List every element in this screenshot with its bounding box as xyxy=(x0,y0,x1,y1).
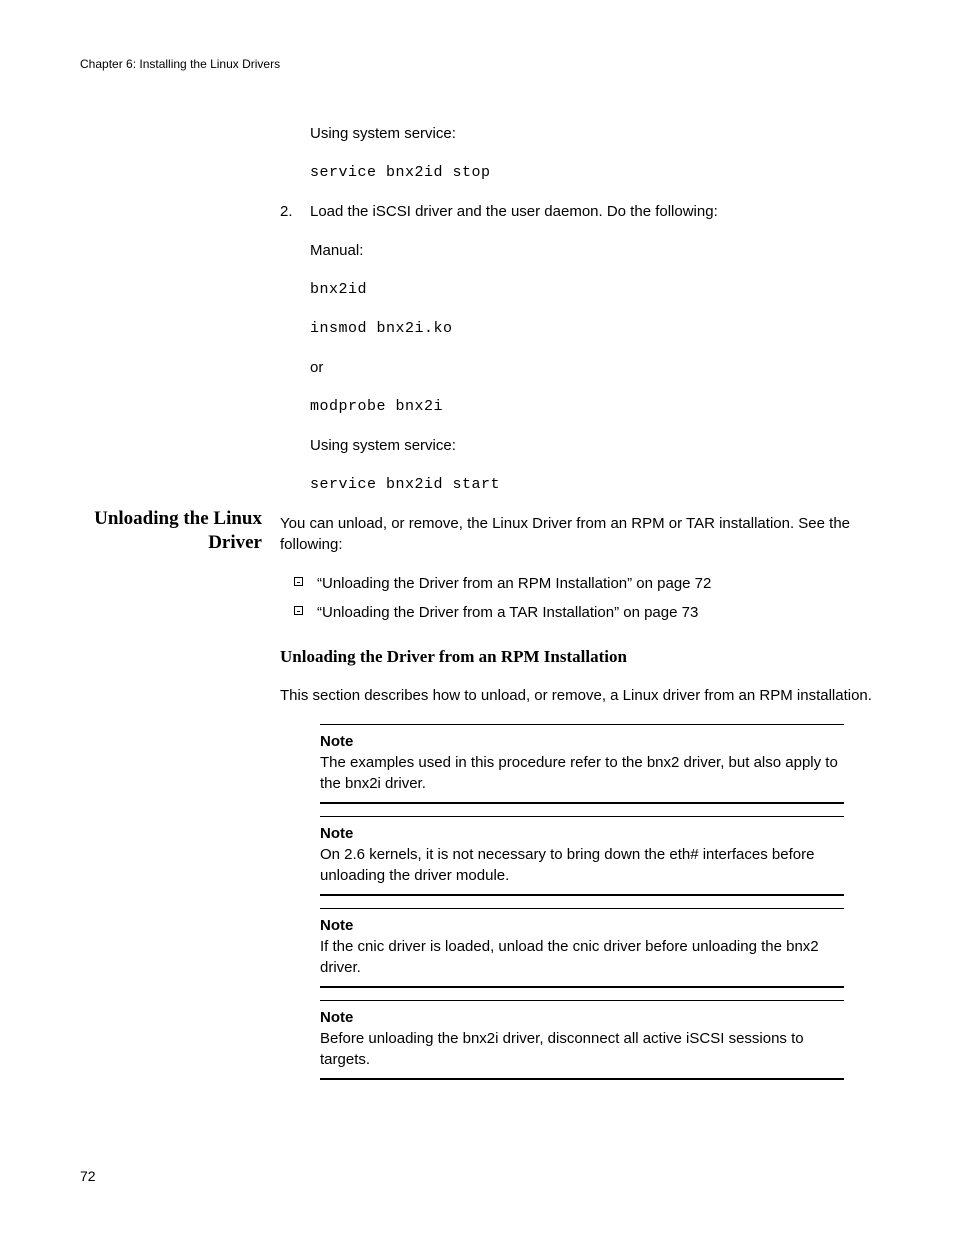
page: Chapter 6: Installing the Linux Drivers … xyxy=(0,0,954,1235)
note-block: Note The examples used in this procedure… xyxy=(320,724,844,804)
bullet-icon xyxy=(294,606,303,615)
note-block: Note Before unloading the bnx2i driver, … xyxy=(320,1000,844,1080)
right-column: Using system service: service bnx2id sto… xyxy=(280,123,874,1092)
bullet-text: “Unloading the Driver from a TAR Install… xyxy=(317,602,698,623)
note-label: Note xyxy=(320,823,844,844)
note-body: The examples used in this procedure refe… xyxy=(320,752,844,794)
step1-continued: Using system service: service bnx2id sto… xyxy=(310,123,874,183)
command-text: bnx2id xyxy=(310,279,874,300)
bullet-icon xyxy=(294,577,303,586)
command-text: modprobe bnx2i xyxy=(310,396,874,417)
main-columns: Unloading the Linux Driver Using system … xyxy=(80,123,874,1092)
note-label: Note xyxy=(320,731,844,752)
bullet-item: “Unloading the Driver from a TAR Install… xyxy=(280,602,874,623)
subsection-heading: Unloading the Driver from an RPM Install… xyxy=(280,645,874,669)
body-text: Using system service: xyxy=(310,123,874,144)
note-body: If the cnic driver is loaded, unload the… xyxy=(320,936,844,978)
list-number: 2. xyxy=(280,201,310,222)
bullet-list: “Unloading the Driver from an RPM Instal… xyxy=(280,573,874,623)
body-text: Manual: xyxy=(310,240,874,261)
running-header: Chapter 6: Installing the Linux Drivers xyxy=(80,56,874,73)
page-number: 72 xyxy=(80,1167,96,1187)
bullet-text: “Unloading the Driver from an RPM Instal… xyxy=(317,573,711,594)
body-text: or xyxy=(310,357,874,378)
command-text: service bnx2id start xyxy=(310,474,874,495)
left-column: Unloading the Linux Driver xyxy=(80,123,280,556)
note-block: Note On 2.6 kernels, it is not necessary… xyxy=(320,816,844,896)
step2-content: Manual: bnx2id insmod bnx2i.ko or modpro… xyxy=(310,240,874,495)
command-text: service bnx2id stop xyxy=(310,162,874,183)
note-label: Note xyxy=(320,915,844,936)
body-text: This section describes how to unload, or… xyxy=(280,685,874,706)
bullet-item: “Unloading the Driver from an RPM Instal… xyxy=(280,573,874,594)
list-body: Load the iSCSI driver and the user daemo… xyxy=(310,201,874,222)
section-heading: Unloading the Linux Driver xyxy=(80,507,280,556)
note-block: Note If the cnic driver is loaded, unloa… xyxy=(320,908,844,988)
command-text: insmod bnx2i.ko xyxy=(310,318,874,339)
section-intro: You can unload, or remove, the Linux Dri… xyxy=(280,513,874,555)
note-body: On 2.6 kernels, it is not necessary to b… xyxy=(320,844,844,886)
note-label: Note xyxy=(320,1007,844,1028)
note-body: Before unloading the bnx2i driver, disco… xyxy=(320,1028,844,1070)
ordered-list-item: 2. Load the iSCSI driver and the user da… xyxy=(280,201,874,222)
body-text: Using system service: xyxy=(310,435,874,456)
